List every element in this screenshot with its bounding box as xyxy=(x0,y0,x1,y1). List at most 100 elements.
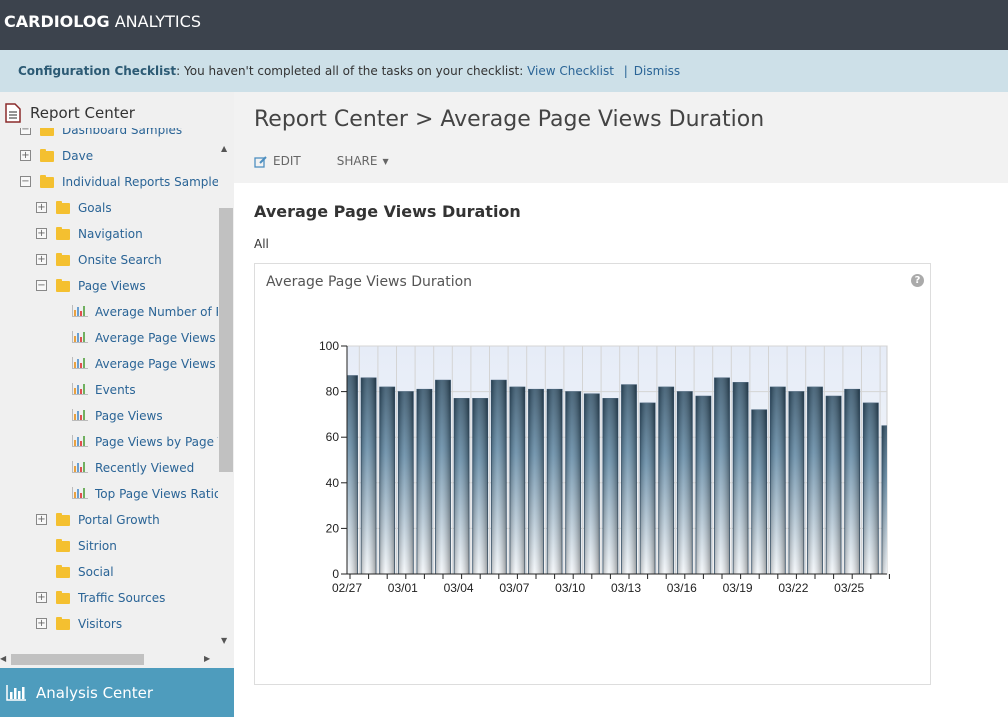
view-checklist-link[interactable]: View Checklist xyxy=(527,64,614,78)
tree-item[interactable]: Page Views xyxy=(0,406,218,426)
dismiss-link[interactable]: Dismiss xyxy=(634,64,680,78)
bar-shade xyxy=(677,391,693,574)
y-tick-label: 60 xyxy=(326,430,340,444)
bar-shade xyxy=(454,398,470,574)
bar-shade xyxy=(565,391,581,574)
tree-item[interactable]: + Onsite Search xyxy=(0,250,218,270)
tree-item[interactable]: + Goals xyxy=(0,198,218,218)
folder-icon xyxy=(56,253,70,266)
tree-item-label: Navigation xyxy=(78,227,143,241)
tree-item-label: Visitors xyxy=(78,617,123,631)
scroll-down-arrow[interactable]: ▼ xyxy=(221,636,227,645)
tree-item[interactable]: − Individual Reports Samples xyxy=(0,172,218,192)
tree-item-label: Events xyxy=(95,383,136,397)
toolbar: EDIT SHARE ▼ xyxy=(254,154,389,168)
tree-item[interactable]: Events xyxy=(0,380,218,400)
tree-item[interactable]: Page Views by Page Type xyxy=(0,432,218,452)
tree-item[interactable]: Sitrion xyxy=(0,536,218,556)
tree-item[interactable]: Average Page Views by xyxy=(0,328,218,348)
folder-icon xyxy=(56,565,70,578)
report-chart-icon xyxy=(72,435,88,447)
bar-chart-icon xyxy=(6,684,26,701)
scroll-left-arrow[interactable]: ◀ xyxy=(0,654,6,663)
bar-shade xyxy=(714,377,730,574)
bar-shade xyxy=(584,393,600,574)
y-tick-label: 0 xyxy=(332,567,339,581)
banner-message: : You haven't completed all of the tasks… xyxy=(176,64,528,78)
x-tick-label: 03/01 xyxy=(388,581,418,595)
folder-icon xyxy=(56,279,70,292)
tree-item[interactable]: Top Page Views Ratio xyxy=(0,484,218,504)
bar-shade xyxy=(509,387,525,574)
bar-shade xyxy=(416,389,432,574)
separator: | xyxy=(623,64,628,78)
analysis-center-label: Analysis Center xyxy=(36,683,154,702)
analysis-center-button[interactable]: Analysis Center xyxy=(0,668,234,717)
bar-shade xyxy=(435,380,451,574)
x-tick-label: 03/10 xyxy=(555,581,585,595)
bar-shade xyxy=(347,375,358,574)
tree-item[interactable]: + Visitors xyxy=(0,614,218,634)
horizontal-scrollbar[interactable]: ◀ ▶ xyxy=(0,652,218,666)
expand-icon[interactable]: + xyxy=(36,514,47,525)
tree-item-label: Average Number of Page Views xyxy=(95,305,218,319)
brand-rest: ANALYTICS xyxy=(109,12,201,31)
report-title: Average Page Views Duration xyxy=(254,202,521,221)
scroll-right-arrow[interactable]: ▶ xyxy=(204,654,210,663)
tree-item-label: Page Views by Page Type xyxy=(95,435,218,449)
tree-item[interactable]: Average Page Views Duration xyxy=(0,354,218,374)
config-checklist-banner: Configuration Checklist: You haven't com… xyxy=(0,50,1008,92)
tree-item[interactable]: Average Number of Page Views xyxy=(0,302,218,322)
collapse-icon[interactable]: − xyxy=(36,280,47,291)
share-button[interactable]: SHARE ▼ xyxy=(337,154,389,168)
report-chart-icon xyxy=(72,383,88,395)
expand-icon[interactable]: + xyxy=(36,592,47,603)
expand-icon[interactable]: + xyxy=(36,618,47,629)
x-tick-label: 03/04 xyxy=(444,581,474,595)
expand-icon[interactable]: + xyxy=(36,254,47,265)
report-chart-icon xyxy=(72,487,88,499)
tree-item[interactable]: + Traffic Sources xyxy=(0,588,218,608)
bar-shade xyxy=(398,391,414,574)
bar-shade xyxy=(621,384,637,574)
horizontal-scroll-thumb[interactable] xyxy=(11,654,144,665)
bar-shade xyxy=(472,398,488,574)
report-center-title: Report Center xyxy=(30,104,135,122)
scroll-up-arrow[interactable]: ▲ xyxy=(221,144,227,153)
x-tick-label: 03/13 xyxy=(611,581,641,595)
bar-shade xyxy=(788,391,804,574)
tree-item[interactable]: + Navigation xyxy=(0,224,218,244)
bar-shade xyxy=(361,377,377,574)
vertical-scrollbar[interactable]: ▲ ▼ xyxy=(219,132,233,652)
bar-shade xyxy=(658,387,674,574)
tree-item-label: Individual Reports Samples xyxy=(62,175,218,189)
tree-item[interactable]: − Page Views xyxy=(0,276,218,296)
x-tick-label: 03/25 xyxy=(834,581,864,595)
folder-icon xyxy=(40,149,54,162)
expand-icon[interactable]: + xyxy=(36,202,47,213)
chevron-down-icon: ▼ xyxy=(382,156,389,166)
bar-shade xyxy=(528,389,544,574)
tree-item[interactable]: Recently Viewed xyxy=(0,458,218,478)
bar-chart: 0 20 40 60 80 100 02/27 03/01 03/04 03/07 03/10 03/… xyxy=(319,339,890,595)
tree-item[interactable]: Social xyxy=(0,562,218,582)
report-chart-icon xyxy=(72,357,88,369)
bar-shade xyxy=(733,382,749,574)
vertical-scroll-thumb[interactable] xyxy=(219,208,233,472)
bar-shade xyxy=(826,396,842,574)
x-tick-label: 02/27 xyxy=(332,581,362,595)
bar-shade xyxy=(881,425,887,574)
bar-shade xyxy=(844,389,860,574)
expand-icon[interactable]: + xyxy=(20,150,31,161)
expand-icon[interactable]: + xyxy=(36,228,47,239)
bar-shade xyxy=(770,387,786,574)
edit-label: EDIT xyxy=(273,154,301,168)
report-center-header[interactable]: Report Center xyxy=(4,98,214,128)
tree-item[interactable]: + Portal Growth xyxy=(0,510,218,530)
collapse-icon[interactable]: − xyxy=(20,176,31,187)
tree-item-label: Page Views xyxy=(78,279,146,293)
tree-item[interactable]: + Dave xyxy=(0,146,218,166)
filter-label: All xyxy=(254,237,269,251)
bar-shade xyxy=(640,403,656,574)
edit-button[interactable]: EDIT xyxy=(254,154,301,168)
